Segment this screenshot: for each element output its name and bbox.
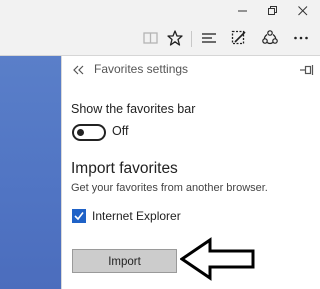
- pin-icon[interactable]: [300, 64, 314, 76]
- web-note-button[interactable]: [228, 27, 250, 49]
- more-button[interactable]: [290, 27, 312, 49]
- back-icon[interactable]: [72, 63, 86, 77]
- panel-title: Favorites settings: [94, 62, 189, 76]
- minimize-icon: [238, 10, 247, 12]
- hub-icon: [202, 33, 216, 43]
- favorite-star-icon: [167, 30, 183, 46]
- close-icon: [298, 6, 308, 16]
- share-icon: [262, 30, 278, 45]
- import-button[interactable]: Import: [72, 249, 177, 273]
- minimize-button[interactable]: [228, 0, 258, 22]
- checkmark-icon: [74, 212, 84, 221]
- title-bar: [0, 0, 320, 22]
- share-button[interactable]: [259, 27, 281, 49]
- import-description: Get your favorites from another browser.: [71, 182, 268, 194]
- close-button[interactable]: [288, 0, 318, 22]
- web-page-background: [0, 56, 61, 289]
- reading-view-button[interactable]: [140, 27, 162, 49]
- internet-explorer-checkbox[interactable]: [72, 209, 86, 223]
- restore-icon: [268, 6, 277, 15]
- favorites-bar-label: Show the favorites bar: [71, 102, 196, 116]
- restore-button[interactable]: [258, 0, 288, 22]
- pointer-arrow-icon: [180, 237, 255, 281]
- import-favorites-heading: Import favorites: [71, 160, 178, 177]
- web-note-icon: [231, 30, 246, 45]
- browser-toolbar: [0, 22, 320, 56]
- favorites-settings-panel: Favorites settings Show the favorites ba…: [61, 56, 320, 289]
- reading-view-icon: [143, 32, 158, 44]
- hub-button[interactable]: [198, 27, 220, 49]
- favorite-star-button[interactable]: [164, 27, 186, 49]
- more-icon: [294, 36, 308, 40]
- toggle-state-label: Off: [112, 124, 129, 138]
- internet-explorer-label[interactable]: Internet Explorer: [92, 209, 181, 223]
- toggle-knob: [77, 129, 84, 136]
- toolbar-separator: [191, 31, 192, 47]
- favorites-bar-toggle[interactable]: [72, 124, 106, 141]
